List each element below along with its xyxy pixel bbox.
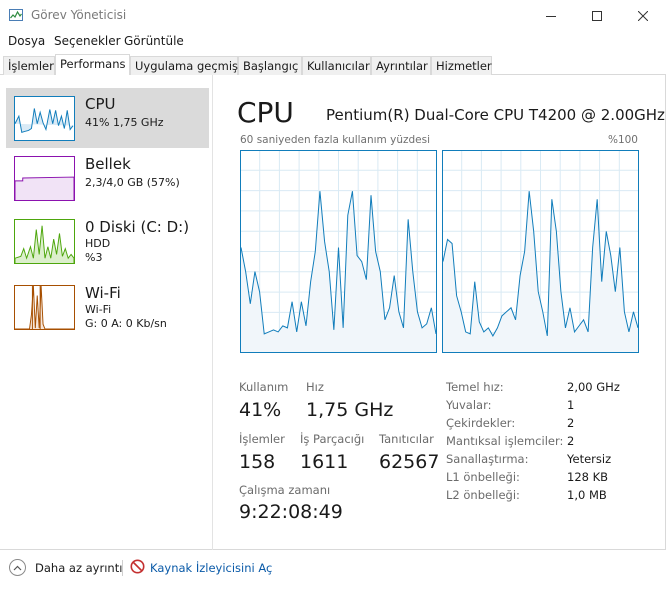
spec-value: 2 [567,416,575,430]
footer-divider [122,560,123,576]
memory-thumbnail-line [15,176,74,200]
processes-value: 158 [239,451,276,473]
cpu-core-0-graph [240,150,437,353]
cpu-model-name: Pentium(R) Dual-Core CPU T4200 @ 2.00GHz [326,106,665,124]
wifi-thumbnail-graph [14,285,75,330]
resource-cpu-detail: 41% 1,75 GHz [85,116,164,129]
open-resource-monitor-link[interactable]: Kaynak İzleyicisini Aç [150,561,272,575]
minimize-button[interactable] [528,0,574,31]
resource-monitor-icon [130,559,145,574]
cpu-thumbnail-graph [14,96,75,141]
close-button[interactable] [620,0,666,31]
spec-label: Yuvalar: [446,398,492,412]
spec-label: Temel hız: [446,380,504,394]
resource-wifi[interactable]: Wi-Fi Wi-Fi G: 0 A: 0 Kb/sn [6,277,209,337]
performance-panel: CPU 41% 1,75 GHz Bellek 2,3/4,0 GB (57%)… [0,75,666,550]
usage-value: 41% [239,399,282,421]
spec-label: Sanallaştırma: [446,452,529,466]
uptime-value: 9:22:08:49 [239,501,343,523]
threads-value: 1611 [300,451,349,473]
usage-label: Kullanım [239,380,289,394]
maximize-button[interactable] [574,0,620,31]
menu-bar: Dosya Seçenekler Görüntüle [0,31,666,51]
title-bar: Görev Yöneticisi [0,0,666,31]
spec-label: Mantıksal işlemciler: [446,434,564,448]
task-manager-icon [9,9,23,21]
speed-value: 1,75 GHz [306,399,394,421]
maximize-icon [592,10,602,21]
spec-value: 128 KB [567,470,609,484]
handles-value: 62567 [379,451,440,473]
menu-options[interactable]: Seçenekler [54,34,121,48]
wifi-thumbnail-line [15,286,74,329]
memory-thumbnail-graph [14,156,75,201]
resource-wifi-throughput: G: 0 A: 0 Kb/sn [85,317,167,330]
spec-value: 2 [567,434,575,448]
fewer-details-link[interactable]: Daha az ayrıntı [35,561,122,575]
spec-value: 1,0 MB [567,488,607,502]
resource-list: CPU 41% 1,75 GHz Bellek 2,3/4,0 GB (57%)… [0,75,213,550]
menu-file[interactable]: Dosya [8,34,45,48]
graph-max-label: %100 [607,134,638,146]
disk-thumbnail-graph [14,219,75,264]
disk-thumbnail-line [15,225,74,263]
spec-value: 2,00 GHz [567,380,620,394]
tab-details[interactable]: Ayrıntılar [371,56,431,75]
footer-bar: Daha az ayrıntı Kaynak İzleyicisini Aç [0,550,666,593]
cpu-thumbnail-line [15,108,74,133]
page-title: CPU [237,96,294,129]
resource-memory[interactable]: Bellek 2,3/4,0 GB (57%) [6,148,209,208]
minimize-icon [546,15,556,17]
resource-disk-title: 0 Diski (C: D:) [85,218,190,236]
fewer-details-button[interactable] [9,559,26,576]
cpu-core-1-graph [442,150,639,353]
tab-startup[interactable]: Başlangıç [238,56,302,75]
spec-label: L1 önbelleği: [446,470,520,484]
resource-cpu-title: CPU [85,95,116,113]
spec-label: L2 önbelleği: [446,488,520,502]
threads-label: İş Parçacığı [300,432,365,446]
window-title: Görev Yöneticisi [31,8,127,22]
uptime-label: Çalışma zamanı [239,483,331,497]
tab-users[interactable]: Kullanıcılar [302,56,371,75]
resource-cpu[interactable]: CPU 41% 1,75 GHz [6,88,209,148]
close-icon [638,10,648,21]
chevron-up-icon [13,565,22,570]
tab-services[interactable]: Hizmetler [431,56,492,75]
resource-wifi-title: Wi-Fi [85,284,121,302]
processes-label: İşlemler [239,432,285,446]
handles-label: Tanıtıcılar [379,432,434,446]
tab-app-history[interactable]: Uygulama geçmişi [130,56,241,75]
resource-disk-type: HDD [85,237,111,250]
resource-memory-title: Bellek [85,155,131,173]
resource-disk[interactable]: 0 Diski (C: D:) HDD %3 [6,211,209,271]
speed-label: Hız [306,380,324,394]
resource-memory-detail: 2,3/4,0 GB (57%) [85,176,180,189]
tab-performance[interactable]: Performans [55,54,130,76]
tab-processes[interactable]: İşlemler [3,56,55,75]
spec-value: 1 [567,398,575,412]
spec-value: Yetersiz [567,452,612,466]
graph-caption: 60 saniyeden fazla kullanım yüzdesi [240,134,431,146]
spec-label: Çekirdekler: [446,416,516,430]
tab-bar: İşlemler Performans Uygulama geçmişi Baş… [0,54,666,76]
resource-disk-usage: %3 [85,251,103,264]
resource-wifi-adapter: Wi-Fi [85,303,112,316]
menu-view[interactable]: Görüntüle [124,34,184,48]
